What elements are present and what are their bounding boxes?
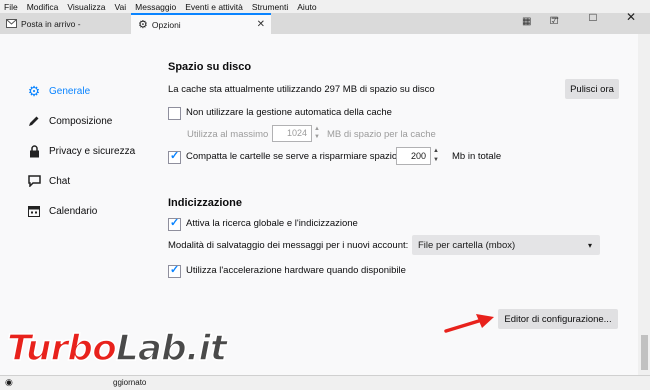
compact-folders-checkbox[interactable] (168, 149, 181, 164)
cache-max-stepper[interactable]: ▲ ▼ (312, 125, 322, 142)
sidebar-item-label: Generale (49, 85, 91, 97)
message-store-select[interactable]: File per cartella (mbox) ▾ (412, 235, 600, 255)
status-text: ggiornato (113, 378, 147, 387)
tab-options-label: Opzioni (151, 19, 181, 30)
scrollbar[interactable] (638, 34, 650, 375)
annotation-arrow-icon (444, 314, 494, 333)
sidebar-item-chat[interactable]: Chat (27, 174, 70, 188)
menu-messaggio[interactable]: Messaggio (131, 2, 181, 12)
hw-accel-checkbox[interactable] (168, 263, 181, 278)
no-auto-cache-label: Non utilizzare la gestione automatica de… (186, 107, 392, 118)
scrollbar-thumb[interactable] (641, 335, 648, 370)
sidebar-item-privacy[interactable]: Privacy e sicurezza (27, 144, 135, 158)
message-store-label: Modalità di salvataggio dei messaggi per… (168, 240, 409, 251)
compact-threshold-input[interactable]: 200 (396, 147, 431, 165)
minimize-button[interactable]: – (536, 0, 574, 34)
global-search-label: Attiva la ricerca globale e l'indicizzaz… (186, 218, 358, 229)
menu-modifica[interactable]: Modifica (23, 2, 64, 12)
calendar-icon[interactable]: ▦ (522, 16, 531, 27)
compact-folders-label: Compatta le cartelle se serve a risparmi… (186, 151, 398, 162)
hw-accel-label: Utilizza l'accelerazione hardware quando… (186, 265, 406, 276)
calendar-icon (27, 204, 41, 218)
tab-inbox-label: Posta in arrivo - (21, 18, 81, 29)
menu-aiuto[interactable]: Aiuto (293, 2, 321, 12)
menu-vai[interactable]: Vai (110, 2, 131, 12)
watermark-part2: Lab.it (115, 327, 228, 370)
sidebar-item-generale[interactable]: ⚙ Generale (27, 82, 91, 99)
compact-threshold-suffix: Mb in totale (452, 151, 502, 162)
connection-icon: ◉ (5, 377, 13, 387)
pencil-icon (27, 114, 41, 128)
message-store-value: File per cartella (mbox) (418, 239, 516, 251)
turbolab-watermark: TurboLab.it (6, 327, 228, 370)
cache-max-suffix: MB di spazio per la cache (327, 129, 436, 140)
cache-usage-text: La cache sta attualmente utilizzando 297… (168, 84, 435, 95)
chat-icon (27, 174, 41, 188)
disk-section-title: Spazio su disco (168, 61, 252, 73)
compact-threshold-stepper[interactable]: ▲ ▼ (431, 147, 441, 165)
cache-max-input[interactable]: 1024 (272, 125, 312, 142)
menu-eventi[interactable]: Eventi e attività (181, 2, 248, 12)
clear-cache-button[interactable]: Pulisci ora (565, 79, 619, 99)
indexing-section-title: Indicizzazione (168, 197, 242, 209)
tab-inbox[interactable]: Posta in arrivo - (0, 13, 128, 34)
close-window-button[interactable]: ✕ (612, 0, 650, 34)
chevron-down-icon: ▾ (587, 240, 592, 250)
gear-icon: ⚙ (27, 82, 41, 99)
menu-visualizza[interactable]: Visualizza (63, 2, 110, 12)
menu-file[interactable]: File (0, 2, 23, 12)
status-bar: ◉ ggiornato (0, 375, 650, 390)
gear-icon: ⚙ (138, 19, 148, 31)
sidebar-item-composizione[interactable]: Composizione (27, 114, 112, 128)
no-auto-cache-checkbox[interactable] (168, 107, 181, 120)
window-controls: – □ ✕ (536, 0, 650, 34)
cache-max-label: Utilizza al massimo (187, 129, 269, 140)
maximize-button[interactable]: □ (574, 0, 612, 34)
lock-icon (27, 144, 41, 158)
global-search-checkbox[interactable] (168, 216, 181, 231)
sidebar-item-calendario[interactable]: Calendario (27, 204, 97, 218)
sidebar-item-label: Privacy e sicurezza (49, 145, 136, 157)
sidebar-item-label: Composizione (49, 115, 113, 127)
close-icon[interactable]: ✕ (257, 19, 265, 30)
menu-strumenti[interactable]: Strumenti (248, 2, 293, 12)
config-editor-button[interactable]: Editor di configurazione... (498, 309, 618, 329)
watermark-part1: Turbo (6, 327, 117, 370)
tab-options[interactable]: ⚙ Opzioni ✕ (131, 13, 271, 34)
sidebar-item-label: Chat (49, 175, 71, 187)
sidebar-item-label: Calendario (49, 205, 98, 217)
mail-icon (6, 19, 17, 28)
